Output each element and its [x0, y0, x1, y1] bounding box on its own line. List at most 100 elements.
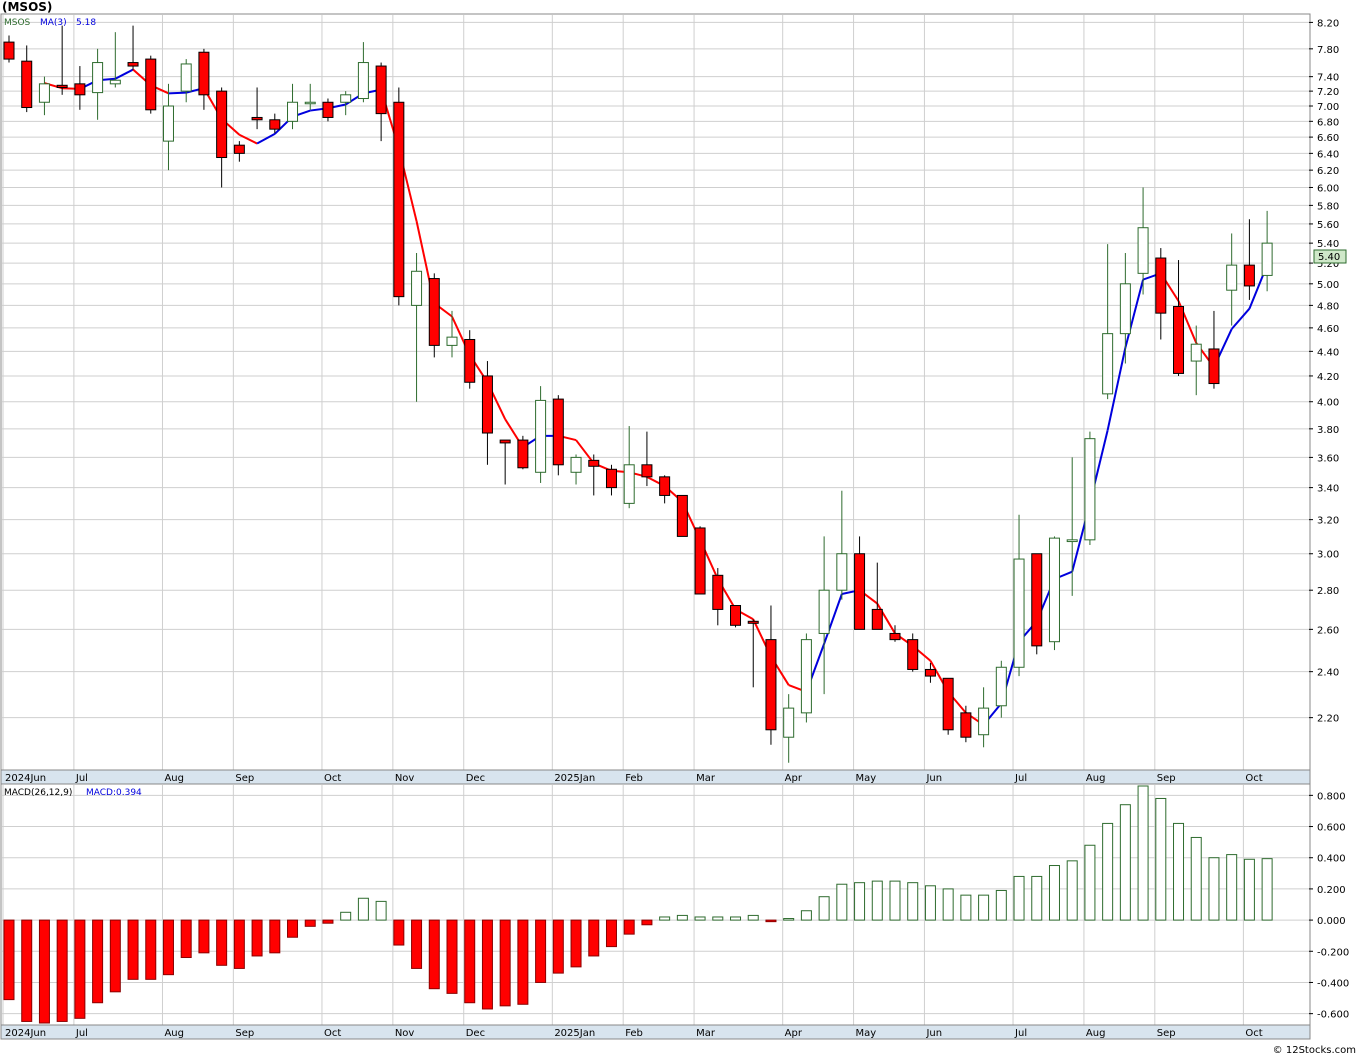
macd-bar: [570, 919, 582, 968]
candle-body: [481, 375, 493, 434]
macd-bar: [109, 919, 121, 993]
macd-bar: [1208, 857, 1220, 921]
price-y-tick-label: 4.40: [1317, 347, 1339, 358]
price-x-tick-label: Feb: [625, 773, 643, 784]
macd-bar: [251, 919, 263, 957]
candle-body: [712, 574, 724, 610]
macd-x-tick-label: Jul: [75, 1028, 88, 1039]
candle-body: [1048, 537, 1060, 643]
candle-body: [1155, 257, 1167, 314]
macd-bar: [1102, 822, 1114, 921]
candle-body: [162, 105, 174, 142]
candle-body: [960, 712, 972, 738]
macd-bar: [712, 916, 724, 921]
macd-bar: [481, 919, 493, 1010]
macd-bar: [1190, 836, 1202, 921]
candle-body: [375, 65, 387, 115]
macd-value-label: MACD:0.394: [86, 788, 142, 798]
candle-body: [428, 278, 440, 346]
macd-x-tick-label: May: [856, 1028, 877, 1039]
macd-bar: [783, 918, 795, 921]
candle-body: [765, 639, 777, 731]
macd-bar: [836, 883, 848, 921]
macd-bar: [517, 919, 529, 1005]
price-y-tick-label: 3.80: [1317, 425, 1339, 436]
macd-bar: [730, 916, 742, 921]
candle-body: [446, 336, 458, 346]
macd-x-axis-band: [0, 1024, 1311, 1040]
price-y-tick-label: 6.40: [1317, 149, 1339, 160]
candle-body: [322, 101, 334, 118]
candle-body: [1102, 333, 1114, 395]
macd-bar: [623, 919, 635, 935]
macd-bar: [605, 919, 617, 948]
macd-y-tick-label: 0.600: [1317, 823, 1346, 834]
macd-bar: [747, 914, 759, 921]
macd-bar: [1155, 797, 1167, 921]
macd-x-tick-label: 2025Jan: [554, 1028, 595, 1039]
macd-bar: [428, 919, 440, 990]
macd-x-tick-label: Aug: [164, 1028, 184, 1039]
macd-bar: [1031, 875, 1043, 921]
price-y-tick-label: 6.00: [1317, 183, 1339, 194]
macd-bar: [92, 919, 104, 1004]
macd-bar: [942, 888, 954, 921]
price-x-tick-label: Jul: [75, 773, 88, 784]
candle-body: [109, 79, 121, 85]
candle-body: [21, 60, 33, 109]
last-price-tag-text: 5.40: [1318, 252, 1340, 263]
candle-body: [676, 494, 688, 537]
price-x-tick-label: 2024Jun: [5, 773, 46, 784]
price-y-tick-label: 7.40: [1317, 73, 1339, 84]
macd-bar: [641, 919, 653, 926]
candle-body: [978, 707, 990, 736]
price-y-tick-label: 6.60: [1317, 133, 1339, 144]
macd-bar: [659, 916, 671, 921]
candle-body: [1226, 264, 1238, 291]
macd-bar: [145, 919, 157, 980]
candle-body: [1261, 242, 1273, 276]
price-y-tick-label: 5.00: [1317, 280, 1339, 291]
price-x-tick-label: Aug: [164, 773, 184, 784]
candle-body: [1031, 553, 1043, 647]
price-x-tick-label: Apr: [785, 773, 803, 784]
macd-bar: [56, 919, 68, 1022]
macd-x-tick-label: Jul: [1014, 1028, 1027, 1039]
price-y-tick-label: 2.60: [1317, 625, 1339, 636]
candle-body: [570, 456, 582, 473]
macd-x-tick-label: Apr: [785, 1028, 803, 1039]
candle-body: [1013, 558, 1025, 668]
candle-body: [800, 639, 812, 714]
price-y-tick-label: 4.60: [1317, 324, 1339, 335]
price-y-tick-label: 5.40: [1317, 239, 1339, 250]
candle-body: [38, 83, 50, 103]
price-y-tick-label: 2.40: [1317, 668, 1339, 679]
price-y-tick-label: 7.00: [1317, 102, 1339, 113]
candle-body: [145, 58, 157, 111]
price-y-tick-label: 2.20: [1317, 714, 1339, 725]
macd-bar: [1119, 804, 1131, 921]
candle-body: [357, 62, 369, 100]
macd-bar: [304, 919, 316, 927]
macd-bar: [233, 919, 245, 969]
macd-bar: [198, 919, 210, 954]
macd-bar: [924, 885, 936, 921]
candle-body: [588, 459, 600, 467]
macd-bar: [907, 882, 919, 921]
macd-bar: [21, 919, 33, 1022]
candle-body: [499, 439, 511, 444]
candle-body: [854, 553, 866, 630]
macd-bar: [1066, 860, 1078, 921]
macd-bar: [1048, 865, 1060, 921]
macd-bar: [1243, 858, 1255, 921]
macd-x-tick-label: Nov: [395, 1028, 415, 1039]
chart-stage: 2.20 2.40 2.60 2.80 3.00 3.20 3.40 3.60 3.80 4.00…: [0, 0, 1360, 1056]
macd-bar: [978, 894, 990, 921]
price-y-tick-label: 3.40: [1317, 484, 1339, 495]
macd-bar: [74, 919, 86, 1019]
macd-x-tick-label: Oct: [1245, 1028, 1262, 1039]
macd-bar: [464, 919, 476, 1004]
price-x-tick-label: 2025Jan: [554, 773, 595, 784]
candle-body: [1084, 438, 1096, 541]
candle-body: [783, 707, 795, 738]
